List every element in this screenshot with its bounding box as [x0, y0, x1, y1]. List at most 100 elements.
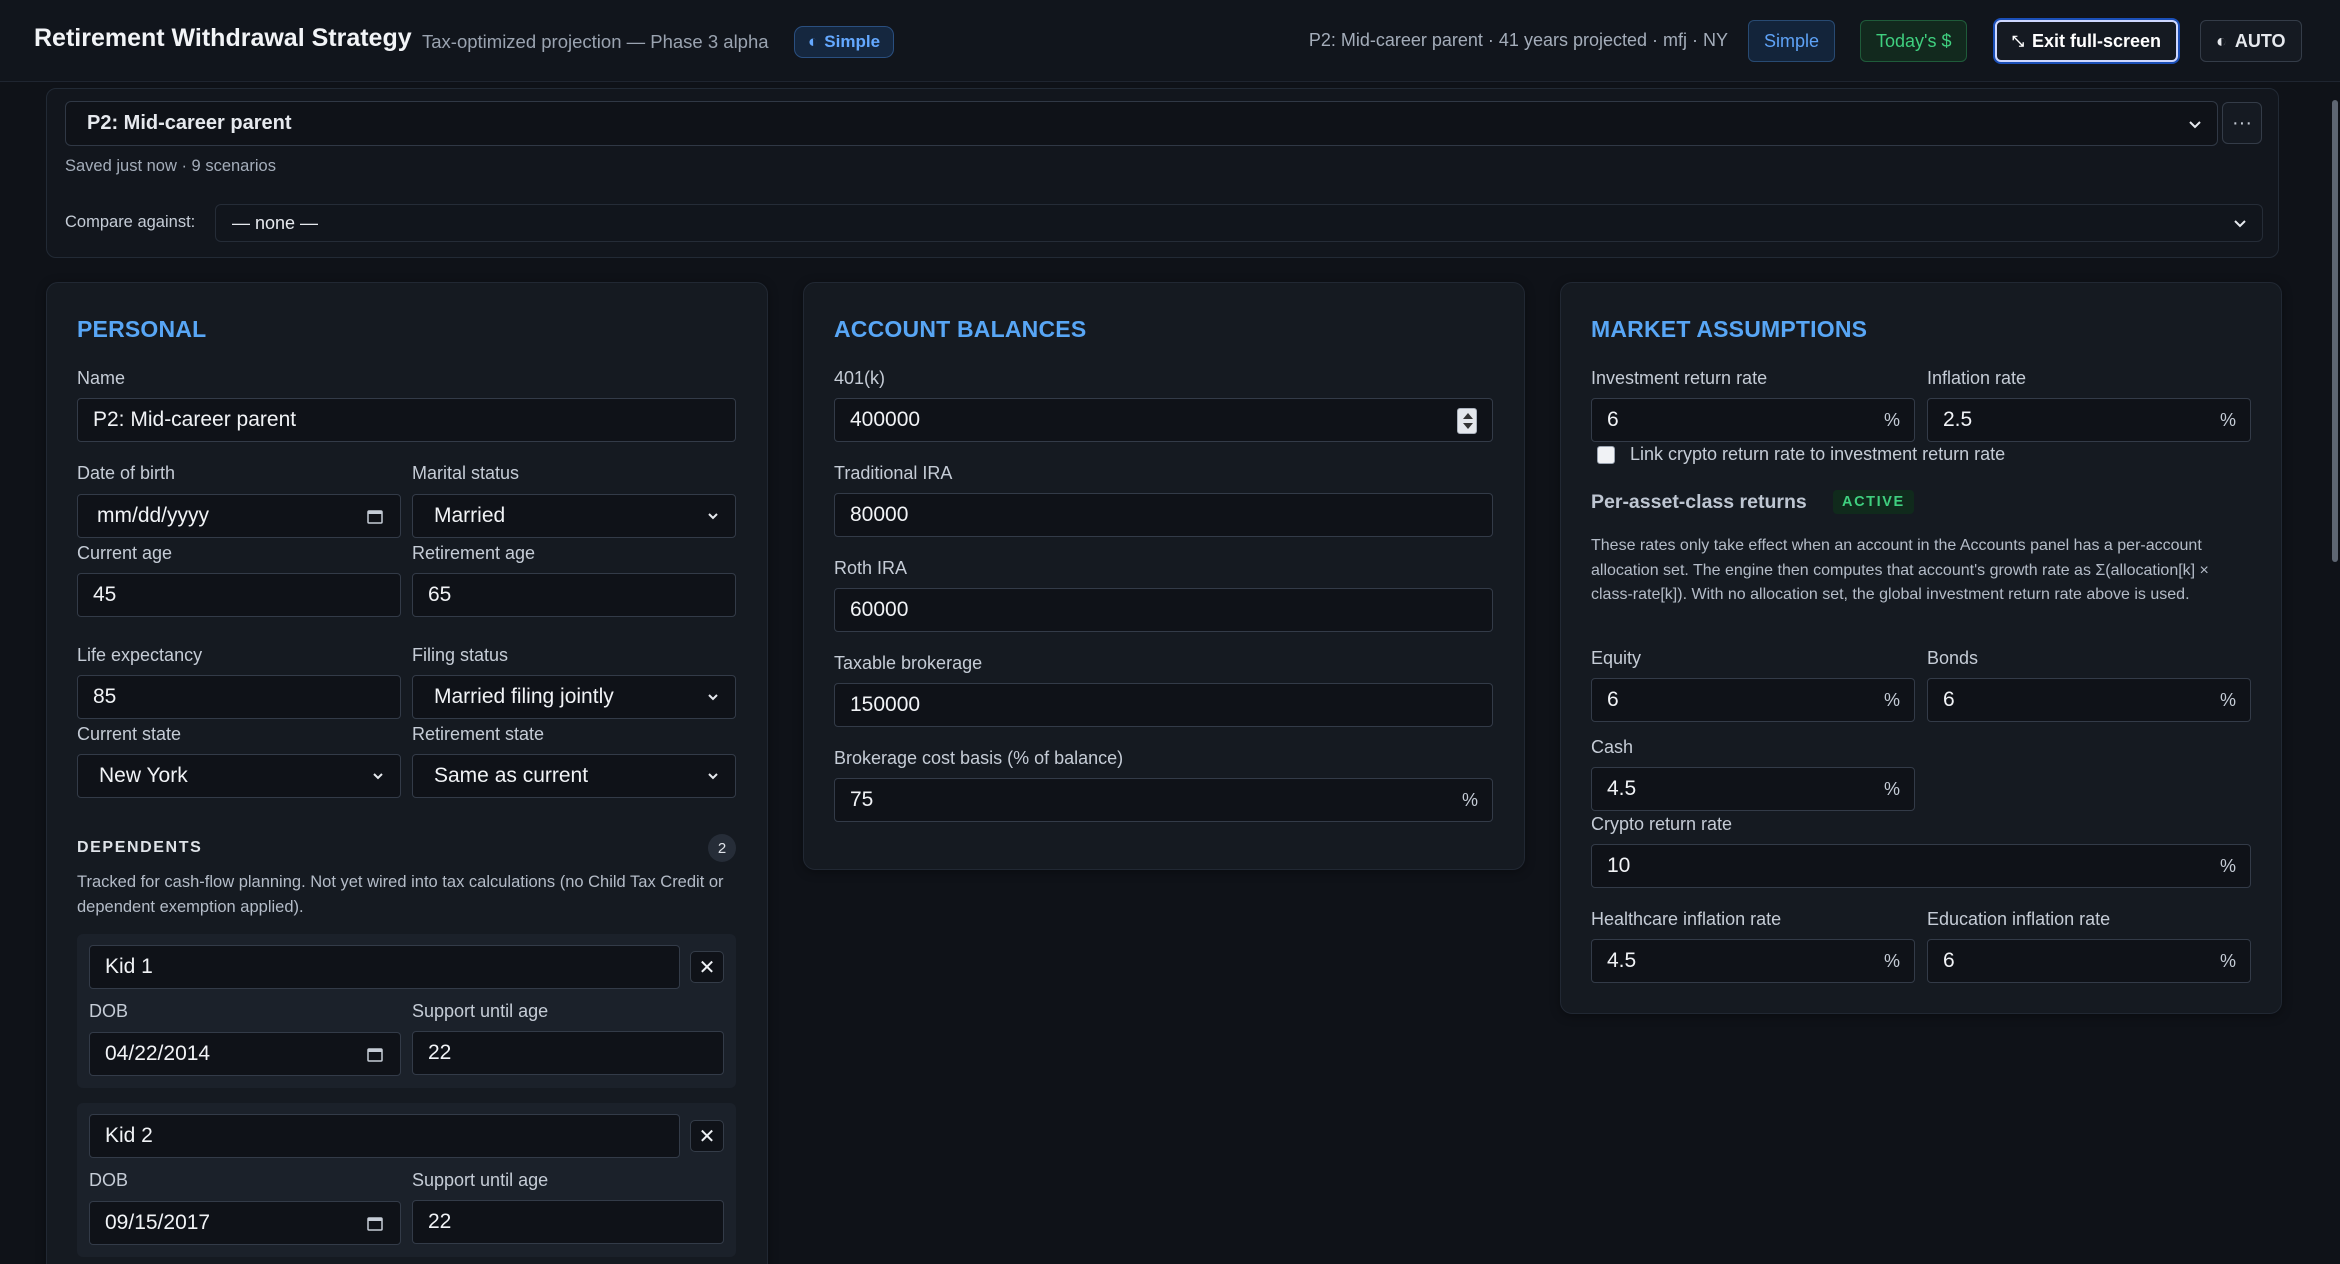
calendar-icon[interactable] [367, 1046, 383, 1062]
education-inflation-label: Education inflation rate [1927, 909, 2111, 929]
cash-input[interactable]: 4.5 % [1591, 767, 1915, 811]
half-circle-icon: ◐ [808, 32, 819, 51]
close-icon: ✕ [698, 956, 716, 979]
inflation-rate-label: Inflation rate [1927, 368, 2027, 388]
dependent-dob-label: DOB [89, 1170, 129, 1190]
mode-badge: ◐ Simple [794, 26, 895, 58]
retirement-age-label: Retirement age [412, 543, 536, 563]
dependent-support-input[interactable]: 22 [412, 1031, 724, 1075]
per-asset-note: These rates only take effect when an acc… [1591, 537, 2209, 603]
life-expectancy-label: Life expectancy [77, 645, 203, 665]
dependent-support-input[interactable]: 22 [412, 1200, 724, 1244]
number-stepper[interactable] [1457, 408, 1477, 434]
equity-input[interactable]: 6 % [1591, 678, 1915, 722]
percent-suffix: % [2219, 409, 2236, 430]
remove-dependent-button[interactable]: ✕ [690, 951, 724, 983]
investment-return-label: Investment return rate [1591, 368, 1768, 388]
current-age-input[interactable]: 45 [77, 573, 401, 617]
dependent-dob-input[interactable]: 09/15/2017 [89, 1201, 401, 1245]
traditional-ira-label: Traditional IRA [834, 463, 953, 483]
dob-input[interactable]: mm/dd/yyyy [77, 494, 401, 538]
dependent-name-input[interactable]: Kid 1 [89, 945, 680, 989]
compare-label: Compare against: [65, 213, 196, 231]
calendar-icon[interactable] [367, 1215, 383, 1231]
life-expectancy-input[interactable]: 85 [77, 675, 401, 719]
exit-fullscreen-button[interactable]: ⤡ Exit full-screen [1995, 20, 2179, 62]
current-age-label: Current age [77, 543, 173, 563]
inflation-rate-value: 2.5 [1943, 408, 1973, 431]
bonds-input[interactable]: 6 % [1927, 678, 2251, 722]
filing-status-select[interactable]: Married filing jointly [412, 675, 736, 719]
crypto-return-input[interactable]: 10 % [1591, 844, 2251, 888]
calendar-icon[interactable] [367, 508, 383, 524]
collapse-icon: ⤡ [2012, 32, 2025, 50]
marital-select[interactable]: Married [412, 494, 736, 538]
link-crypto-checkbox[interactable] [1597, 446, 1615, 464]
dependent-support-label: Support until age [412, 1001, 549, 1021]
traditional-ira-value: 80000 [850, 503, 909, 526]
link-crypto-label[interactable]: Link crypto return rate to investment re… [1630, 444, 2005, 465]
theme-toggle-button[interactable]: ◐ AUTO [2200, 20, 2302, 62]
taxable-brokerage-value: 150000 [850, 693, 921, 716]
dependent-name-input[interactable]: Kid 2 [89, 1114, 680, 1158]
top-bar: Retirement Withdrawal Strategy Tax-optim… [0, 0, 2340, 82]
bonds-label: Bonds [1927, 648, 1979, 668]
app-subtitle: Tax-optimized projection — Phase 3 alpha [422, 31, 769, 52]
inflation-rate-input[interactable]: 2.5 % [1927, 398, 2251, 442]
market-assumptions-title: MARKET ASSUMPTIONS [1591, 316, 1868, 342]
roth-ira-input[interactable]: 60000 [834, 588, 1493, 632]
dependent-dob-value: 04/22/2014 [105, 1042, 211, 1065]
scenario-select-value: P2: Mid-career parent [87, 112, 292, 134]
name-input-value: P2: Mid-career parent [93, 408, 297, 431]
investment-return-input[interactable]: 6 % [1591, 398, 1915, 442]
healthcare-inflation-input[interactable]: 4.5 % [1591, 939, 1915, 983]
retirement-state-value: Same as current [434, 764, 589, 787]
roth-ira-label: Roth IRA [834, 558, 908, 578]
simple-mode-button[interactable]: Simple [1748, 20, 1836, 62]
compare-select[interactable]: — none — [215, 204, 2263, 242]
chevron-down-icon [708, 513, 718, 520]
retirement-state-select[interactable]: Same as current [412, 754, 736, 798]
marital-label: Marital status [412, 463, 520, 483]
remove-dependent-button[interactable]: ✕ [690, 1120, 724, 1152]
education-inflation-value: 6 [1943, 949, 1955, 972]
percent-suffix: % [1883, 778, 1900, 799]
401k-input[interactable]: 400000 [834, 398, 1493, 442]
dependent-dob-value: 09/15/2017 [105, 1211, 211, 1234]
dob-label: Date of birth [77, 463, 176, 483]
dependent-dob-input[interactable]: 04/22/2014 [89, 1032, 401, 1076]
scenario-more-button[interactable]: ··· [2222, 102, 2262, 144]
dependents-note: Tracked for cash-flow planning. Not yet … [77, 873, 724, 916]
education-inflation-input[interactable]: 6 % [1927, 939, 2251, 983]
401k-label: 401(k) [834, 368, 886, 388]
dependents-heading: DEPENDENTS [77, 839, 203, 856]
name-input[interactable]: P2: Mid-career parent [77, 398, 736, 442]
401k-value: 400000 [850, 408, 921, 431]
dependent-support-value: 22 [428, 1041, 452, 1064]
taxable-brokerage-label: Taxable brokerage [834, 653, 983, 673]
name-label: Name [77, 368, 126, 388]
chevron-down-icon [2234, 220, 2246, 228]
cost-basis-input[interactable]: 75 % [834, 778, 1493, 822]
chevron-down-icon [708, 773, 718, 780]
close-icon: ✕ [698, 1125, 716, 1148]
retirement-age-input[interactable]: 65 [412, 573, 736, 617]
theme-toggle-label: AUTO [2234, 30, 2286, 51]
current-state-select[interactable]: New York [77, 754, 401, 798]
todays-dollars-button[interactable]: Today's $ [1860, 20, 1968, 62]
exit-fullscreen-label: Exit full-screen [2032, 30, 2162, 51]
personal-title: PERSONAL [77, 316, 207, 342]
page-scrollbar[interactable] [2332, 100, 2338, 562]
investment-return-value: 6 [1607, 408, 1619, 431]
traditional-ira-input[interactable]: 80000 [834, 493, 1493, 537]
scenario-context: P2: Mid-career parent · 41 years project… [1308, 30, 1728, 50]
percent-suffix: % [1883, 689, 1900, 710]
dependent-name-value: Kid 2 [105, 1124, 153, 1147]
scenario-select[interactable]: P2: Mid-career parent [65, 101, 2218, 146]
taxable-brokerage-input[interactable]: 150000 [834, 683, 1493, 727]
current-age-value: 45 [93, 583, 117, 606]
account-balances-title: ACCOUNT BALANCES [834, 316, 1087, 342]
cost-basis-label: Brokerage cost basis (% of balance) [834, 748, 1124, 768]
chevron-down-icon [2189, 120, 2201, 128]
cash-label: Cash [1591, 737, 1634, 757]
